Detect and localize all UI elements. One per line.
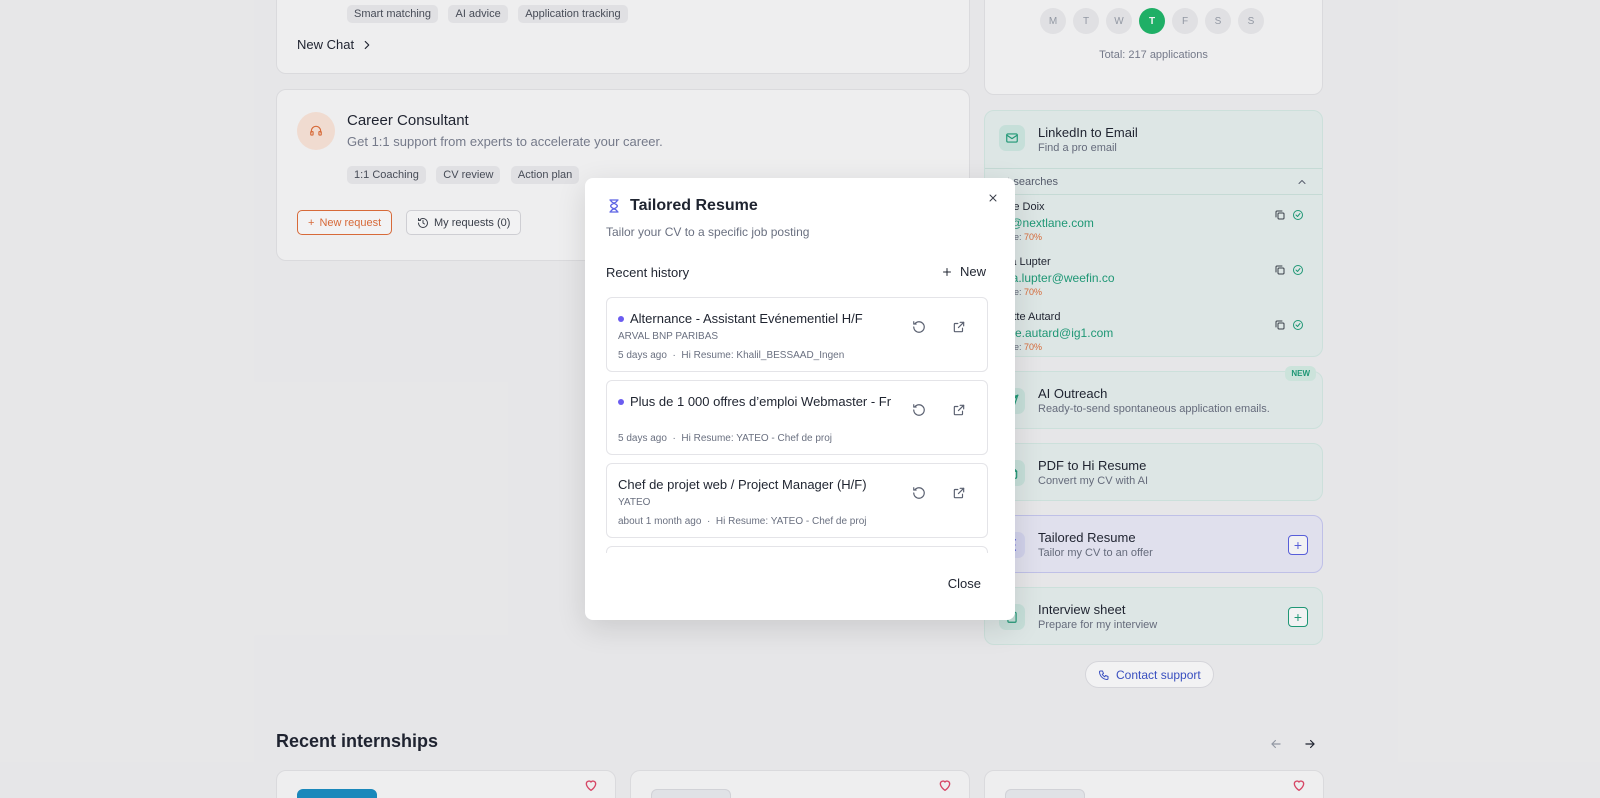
modal-title-text: Tailored Resume bbox=[630, 197, 758, 214]
modal-subtitle: Tailor your CV to a specific job posting bbox=[606, 225, 810, 239]
regenerate-icon[interactable] bbox=[912, 320, 926, 339]
history-item-meta: about 1 month ago · Hi Resume: YATEO - C… bbox=[618, 516, 867, 527]
hourglass-icon bbox=[609, 199, 619, 213]
external-link-icon[interactable] bbox=[952, 486, 966, 505]
history-item-company: ARVAL BNP PARIBAS bbox=[618, 331, 719, 342]
history-item-title: Alternance - Assistant Evénementiel H/F bbox=[618, 311, 894, 326]
regenerate-icon[interactable] bbox=[912, 403, 926, 422]
unread-dot bbox=[618, 315, 624, 322]
history-item[interactable] bbox=[606, 546, 988, 553]
history-item[interactable]: Chef de projet web / Project Manager (H/… bbox=[606, 463, 988, 538]
external-link-icon[interactable] bbox=[952, 320, 966, 339]
history-item-meta: 5 days ago · Hi Resume: YATEO - Chef de … bbox=[618, 433, 833, 444]
history-item-title: Plus de 1 000 offres d’emploi Webmaster … bbox=[618, 394, 894, 409]
close-icon[interactable] bbox=[987, 191, 999, 209]
history-item-company: YATEO bbox=[618, 497, 651, 508]
history-item-meta: 5 days ago · Hi Resume: Khalil_BESSAAD_I… bbox=[618, 350, 845, 361]
recent-history-label: Recent history bbox=[606, 265, 690, 280]
history-item[interactable]: Alternance - Assistant Evénementiel H/F … bbox=[606, 297, 988, 372]
new-button-label: New bbox=[959, 264, 986, 279]
history-item[interactable]: Plus de 1 000 offres d’emploi Webmaster … bbox=[606, 380, 988, 455]
tailored-resume-modal: Tailored Resume Tailor your CV to a spec… bbox=[585, 178, 1015, 620]
new-button[interactable]: New bbox=[941, 264, 986, 279]
external-link-icon[interactable] bbox=[952, 403, 966, 422]
history-list[interactable]: Alternance - Assistant Evénementiel H/F … bbox=[606, 297, 988, 553]
history-item-title: Chef de projet web / Project Manager (H/… bbox=[618, 477, 867, 492]
close-button[interactable]: Close bbox=[948, 576, 981, 591]
unread-dot bbox=[618, 398, 624, 405]
modal-title: Tailored Resume bbox=[606, 197, 758, 215]
regenerate-icon[interactable] bbox=[912, 486, 926, 505]
plus-icon bbox=[942, 267, 951, 276]
